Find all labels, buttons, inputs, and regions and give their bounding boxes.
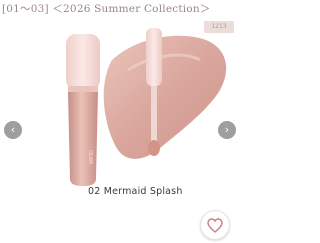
chevron-right-icon: ›: [224, 123, 230, 136]
product-badge: 1213: [204, 21, 234, 33]
product-image: OLWA: [66, 28, 227, 186]
heart-icon: [207, 217, 223, 233]
carousel-next-button[interactable]: ›: [218, 121, 236, 139]
product-caption: 02 Mermaid Splash: [88, 186, 183, 197]
chevron-left-icon: ‹: [10, 123, 16, 136]
favorite-button[interactable]: [200, 210, 230, 240]
lip-gloss-tube: OLWA: [66, 34, 100, 186]
tube-brand-text: OLWA: [87, 150, 93, 165]
carousel-prev-button[interactable]: ‹: [4, 121, 22, 139]
